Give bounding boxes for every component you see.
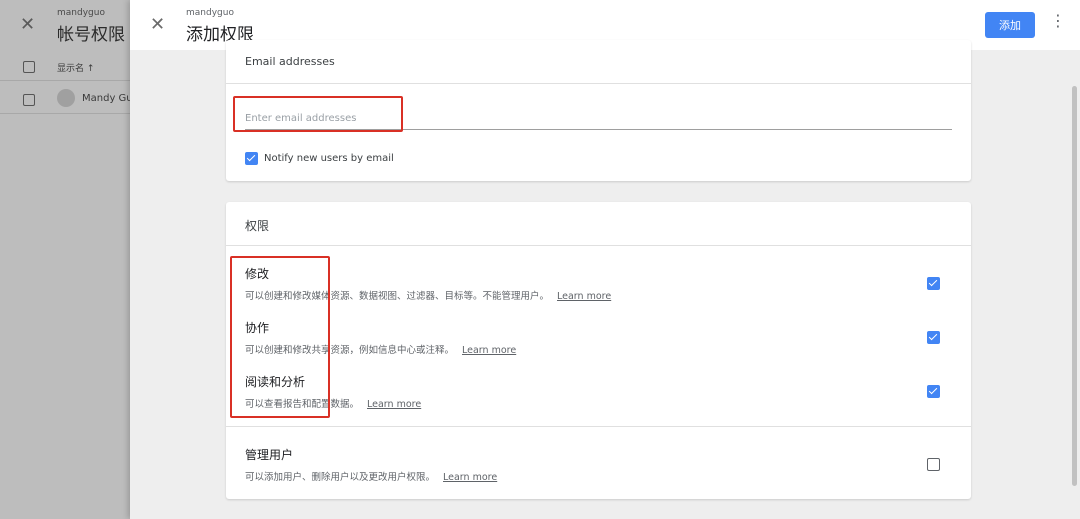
permission-title: 协作 [245,321,270,335]
permission-title: 修改 [245,267,270,281]
permission-title: 管理用户 [245,448,294,462]
email-card-header: Email addresses [226,40,971,84]
permission-checkbox-edit[interactable] [927,277,940,290]
background-column-display-name[interactable]: 显示名 ↑ [57,61,94,74]
background-row-checkbox[interactable] [23,94,35,106]
background-table-header: 显示名 ↑ [0,51,130,81]
background-page-title: 帐号权限 [57,25,125,45]
background-select-all-checkbox[interactable] [23,61,35,73]
permission-description: 可以查看报告和配置数据。 Learn more [245,399,422,410]
permissions-card-title: 权限 [245,219,270,233]
permission-checkbox-collaborate[interactable] [927,331,940,344]
learn-more-link[interactable]: Learn more [462,345,516,356]
permission-checkbox-read-analyze[interactable] [927,385,940,398]
add-permissions-drawer: ✕ mandyguo 添加权限 添加 ⋮ Email addresses Not… [130,0,1080,519]
learn-more-link[interactable]: Learn more [367,399,421,410]
notify-checkbox[interactable] [245,152,258,165]
scrollbar[interactable] [1072,86,1077,486]
background-account-name: mandyguo [57,8,105,18]
learn-more-link[interactable]: Learn more [557,291,611,302]
permissions-card-header: 权限 [226,202,971,246]
email-card: Email addresses Notify new users by emai… [226,40,971,181]
learn-more-link[interactable]: Learn more [443,472,497,483]
drawer-account-name: mandyguo [186,8,234,18]
notify-checkbox-row[interactable]: Notify new users by email [245,152,394,165]
notify-label: Notify new users by email [264,153,394,164]
avatar [57,89,75,107]
permission-checkbox-manage-users[interactable] [927,458,940,471]
add-button[interactable]: 添加 [985,12,1035,38]
divider [226,426,971,427]
permission-description: 可以添加用户、删除用户以及更改用户权限。 Learn more [245,472,498,483]
permission-description: 可以创建和修改媒体资源、数据视图、过滤器、目标等。不能管理用户。 Learn mo… [245,291,612,302]
background-table-row: Mandy Gu [0,84,130,114]
permission-title: 阅读和分析 [245,375,306,389]
email-card-title: Email addresses [245,55,335,68]
background-header: ✕ mandyguo 帐号权限 [0,0,130,48]
permission-description: 可以创建和修改共享资源，例如信息中心或注释。 Learn more [245,345,517,356]
email-input[interactable] [245,108,952,130]
close-icon[interactable]: ✕ [150,14,165,35]
background-close-icon[interactable]: ✕ [20,14,35,35]
background-user-name: Mandy Gu [82,93,130,104]
permissions-card: 权限 修改 可以创建和修改媒体资源、数据视图、过滤器、目标等。不能管理用户。 Le… [226,202,971,499]
more-vert-icon[interactable]: ⋮ [1050,13,1066,29]
